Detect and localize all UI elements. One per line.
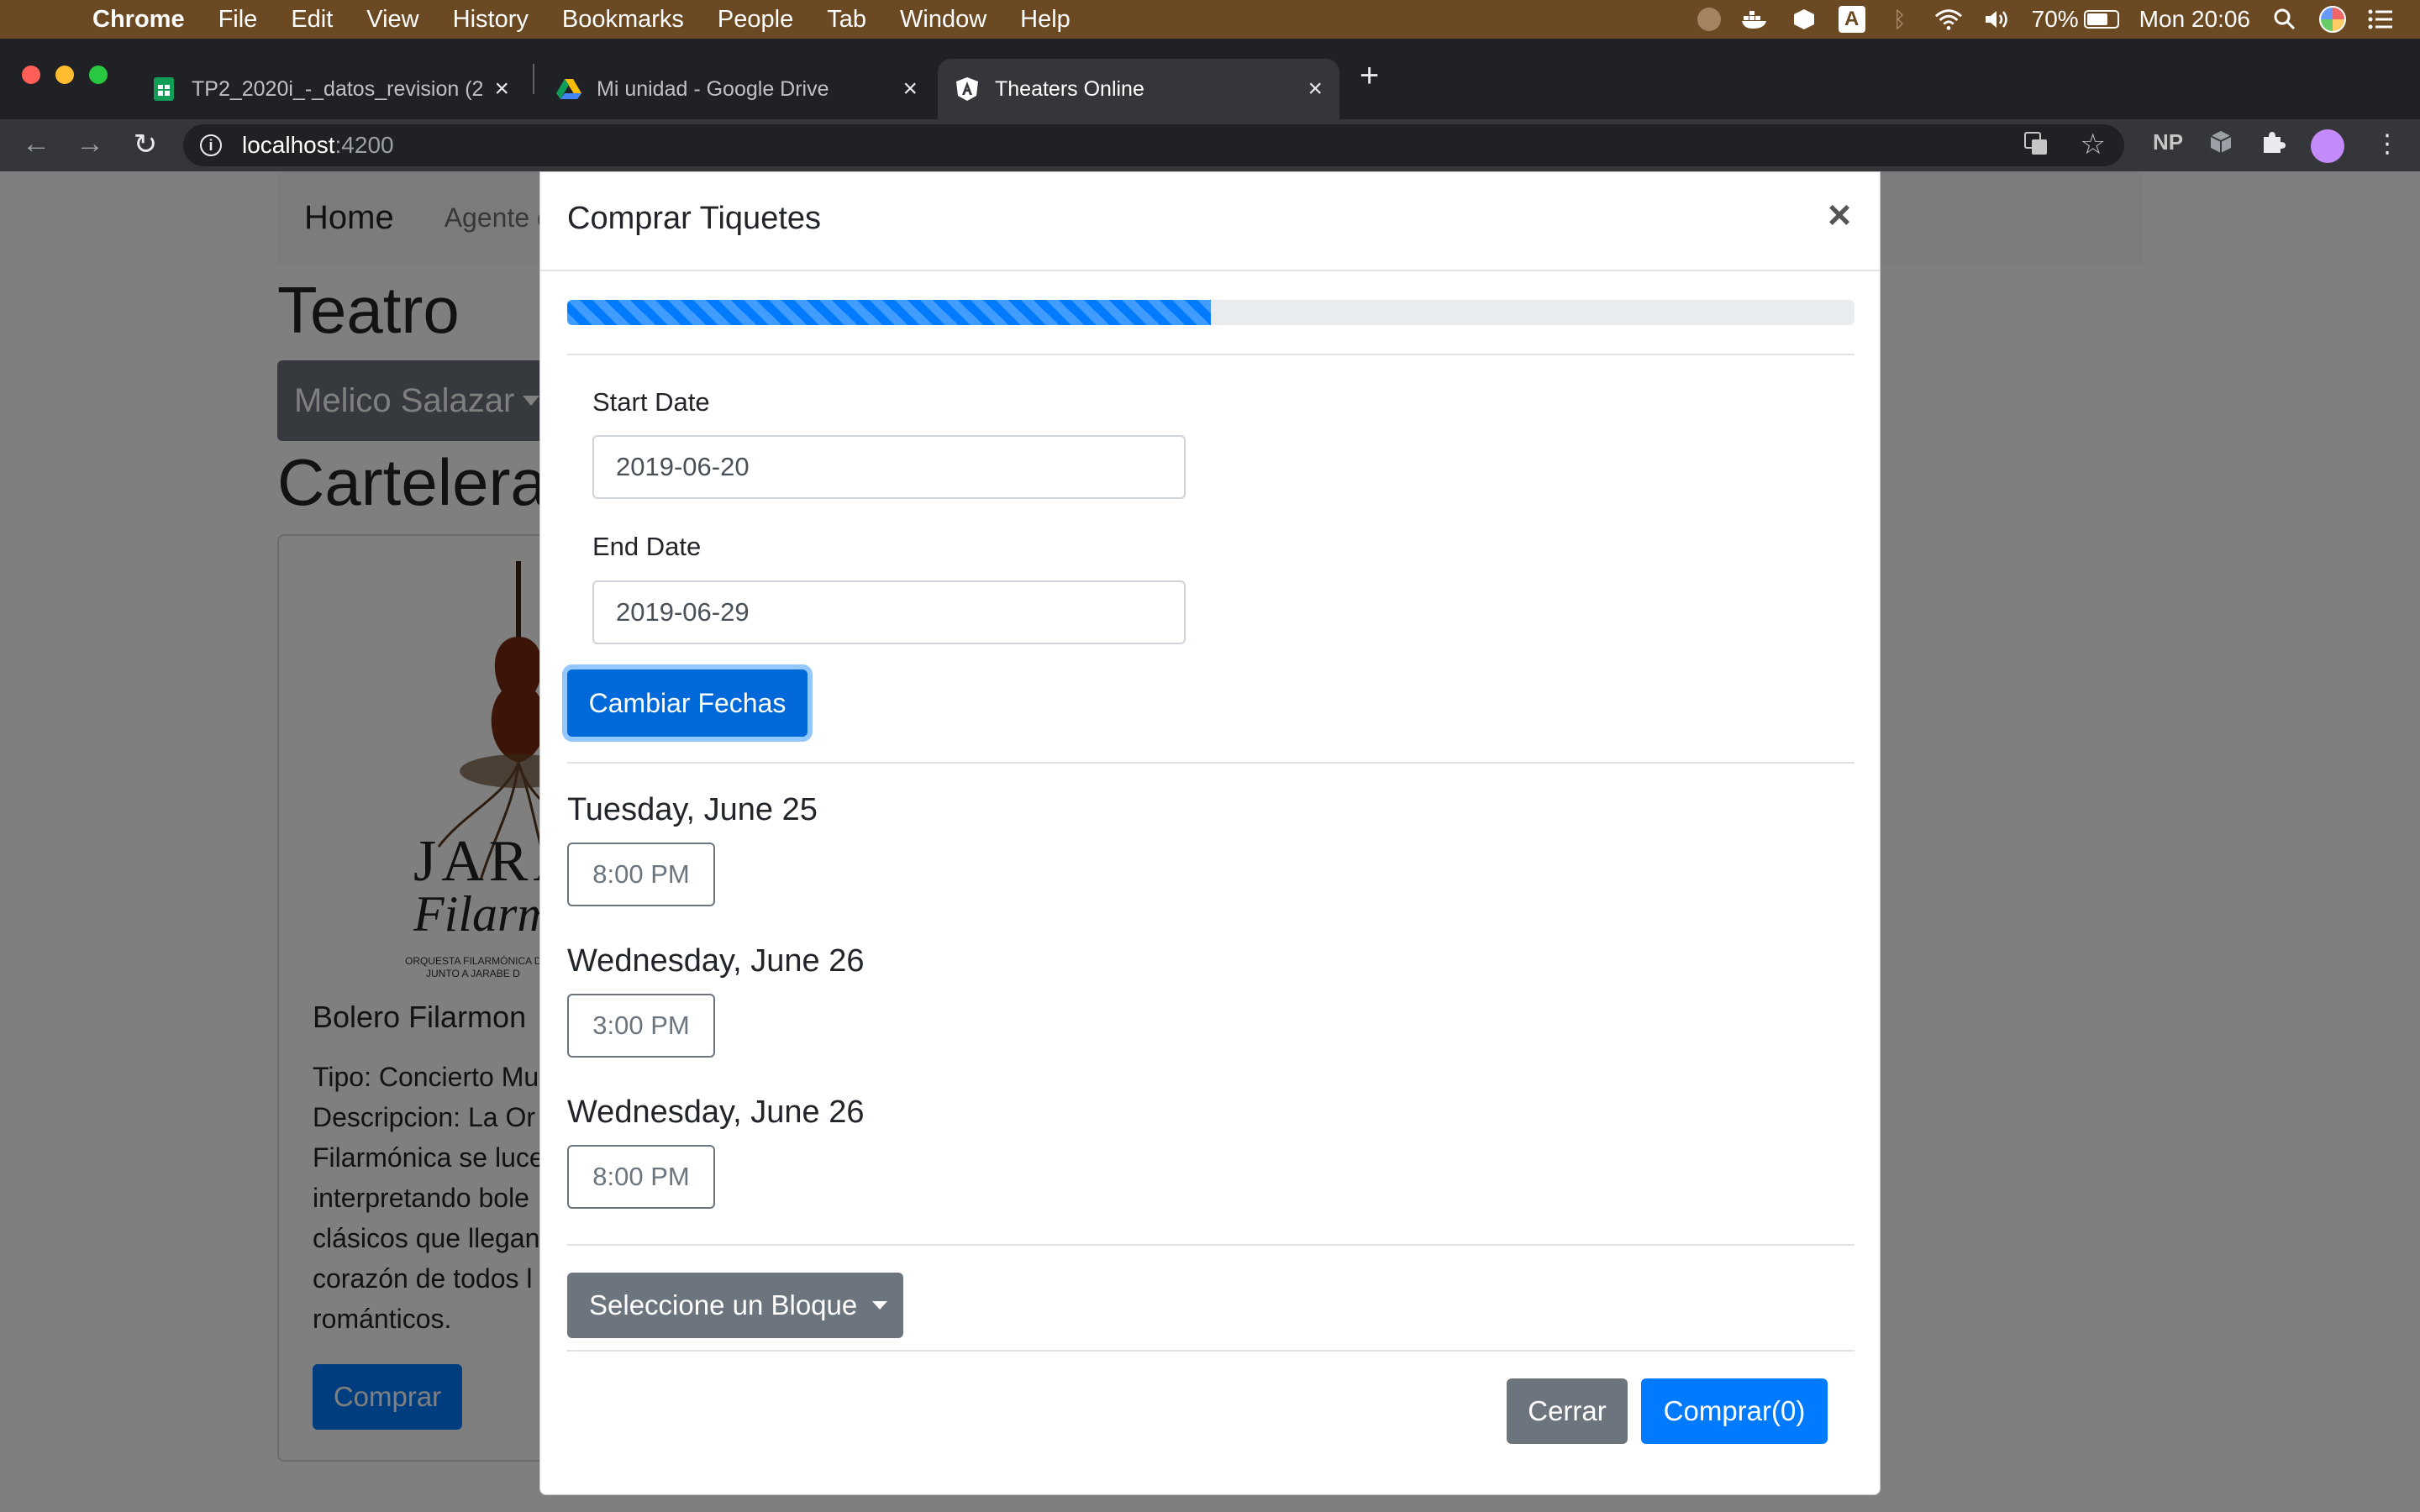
tab-separator — [533, 64, 534, 94]
reload-icon[interactable]: ↻ — [128, 128, 163, 161]
battery-indicator[interactable]: 70% — [2032, 6, 2119, 33]
tab-sheets[interactable]: TP2_2020i_-_datos_revision (2 × — [134, 59, 526, 119]
tab-close-icon[interactable]: × — [1307, 75, 1323, 103]
menu-history[interactable]: History — [453, 6, 529, 34]
google-sheets-icon — [151, 76, 176, 102]
close-icon[interactable]: × — [1828, 196, 1851, 236]
chrome-menu-icon[interactable]: ⋮ — [2375, 129, 2400, 159]
chrome-toolbar: ← → ↻ i localhost:4200 ☆ NP ⋮ — [0, 119, 2420, 171]
menu-tab[interactable]: Tab — [827, 6, 866, 34]
divider — [567, 1244, 1854, 1246]
menu-people[interactable]: People — [718, 6, 793, 34]
tab-drive[interactable]: Mi unidad - Google Drive × — [539, 59, 934, 119]
docker-icon[interactable] — [1741, 5, 1770, 34]
translate-icon[interactable] — [2023, 131, 2049, 162]
url-port: :4200 — [334, 132, 394, 158]
start-date-input[interactable] — [592, 435, 1186, 499]
schedule-day-title: Tuesday, June 25 — [567, 792, 818, 827]
tab-title: TP2_2020i_-_datos_revision (2 — [192, 76, 483, 101]
box-icon[interactable] — [1790, 5, 1818, 34]
menubar-status-area: A ᛒ 70% Mon 20:06 — [1697, 0, 2395, 39]
extensions-puzzle-icon[interactable] — [2260, 129, 2286, 161]
divider — [567, 354, 1854, 355]
cube-extension-icon[interactable] — [2208, 129, 2233, 161]
schedule-day-title: Wednesday, June 26 — [567, 1095, 865, 1130]
user-avatar-icon[interactable] — [2319, 6, 2346, 33]
purchase-progress-bar — [567, 300, 1854, 325]
input-source-icon[interactable]: A — [1838, 6, 1865, 33]
menu-view[interactable]: View — [366, 6, 418, 34]
url-host: localhost — [242, 132, 335, 158]
spotlight-search-icon[interactable] — [2270, 5, 2299, 34]
forward-icon[interactable]: → — [72, 128, 108, 160]
menu-bookmarks[interactable]: Bookmarks — [562, 6, 684, 34]
modal-footer-divider — [567, 1350, 1854, 1352]
window-zoom-icon[interactable] — [89, 66, 108, 84]
tab-close-icon[interactable]: × — [902, 75, 918, 103]
change-dates-button[interactable]: Cambiar Fechas — [567, 669, 808, 737]
angular-icon — [955, 76, 980, 102]
menu-file[interactable]: File — [218, 6, 258, 34]
buy-button[interactable]: Comprar(0) — [1641, 1378, 1828, 1444]
status-circle-icon[interactable] — [1697, 8, 1721, 31]
wifi-icon[interactable] — [1934, 5, 1963, 34]
battery-icon — [2083, 10, 2119, 29]
tab-close-icon[interactable]: × — [494, 75, 509, 103]
divider — [567, 762, 1854, 764]
site-info-icon[interactable]: i — [200, 134, 222, 156]
end-date-label: End Date — [592, 532, 702, 561]
notification-center-icon[interactable] — [2366, 5, 2395, 34]
menubar-clock[interactable]: Mon 20:06 — [2139, 6, 2250, 33]
window-close-icon[interactable] — [22, 66, 40, 84]
progress-fill — [567, 300, 1211, 325]
tab-theaters-online[interactable]: Theaters Online × — [938, 59, 1339, 119]
battery-level-fill — [2086, 13, 2107, 25]
block-select-dropdown[interactable]: Seleccione un Bloque — [567, 1273, 903, 1338]
back-icon[interactable]: ← — [18, 128, 54, 160]
close-button[interactable]: Cerrar — [1507, 1378, 1628, 1444]
new-tab-icon[interactable]: + — [1360, 57, 1379, 95]
menu-window[interactable]: Window — [900, 6, 986, 34]
volume-icon[interactable] — [1983, 5, 2012, 34]
macos-menubar: Chrome File Edit View History Bookmarks … — [0, 0, 2420, 39]
address-bar[interactable]: i localhost:4200 ☆ — [183, 124, 2124, 166]
showtime-button[interactable]: 8:00 PM — [567, 1145, 715, 1209]
battery-percent: 70% — [2031, 6, 2079, 32]
np-extension-icon[interactable]: NP — [2153, 129, 2183, 155]
menu-edit[interactable]: Edit — [291, 6, 333, 34]
bookmark-star-icon[interactable]: ☆ — [2081, 128, 2106, 161]
buy-tickets-modal: Comprar Tiquetes × Start Date End Date C… — [539, 171, 1881, 1495]
end-date-input[interactable] — [592, 580, 1186, 644]
chrome-profile-avatar[interactable] — [2311, 129, 2344, 163]
window-minimize-icon[interactable] — [55, 66, 74, 84]
showtime-button[interactable]: 8:00 PM — [567, 843, 715, 906]
showtime-button[interactable]: 3:00 PM — [567, 994, 715, 1058]
menu-help[interactable]: Help — [1020, 6, 1071, 34]
tab-title: Theaters Online — [995, 76, 1144, 101]
bluetooth-icon[interactable]: ᛒ — [1886, 5, 1914, 34]
block-select-label: Seleccione un Bloque — [589, 1289, 858, 1320]
modal-title: Comprar Tiquetes — [567, 201, 822, 236]
modal-header: Comprar Tiquetes × — [540, 172, 1880, 271]
google-drive-icon — [556, 76, 581, 102]
chrome-tab-strip: TP2_2020i_-_datos_revision (2 × Mi unida… — [0, 39, 2420, 119]
tab-title: Mi unidad - Google Drive — [597, 76, 829, 101]
schedule-day-title: Wednesday, June 26 — [567, 943, 865, 979]
chevron-down-icon — [872, 1301, 888, 1310]
start-date-label: Start Date — [592, 387, 710, 417]
menu-app-name[interactable]: Chrome — [92, 6, 185, 34]
